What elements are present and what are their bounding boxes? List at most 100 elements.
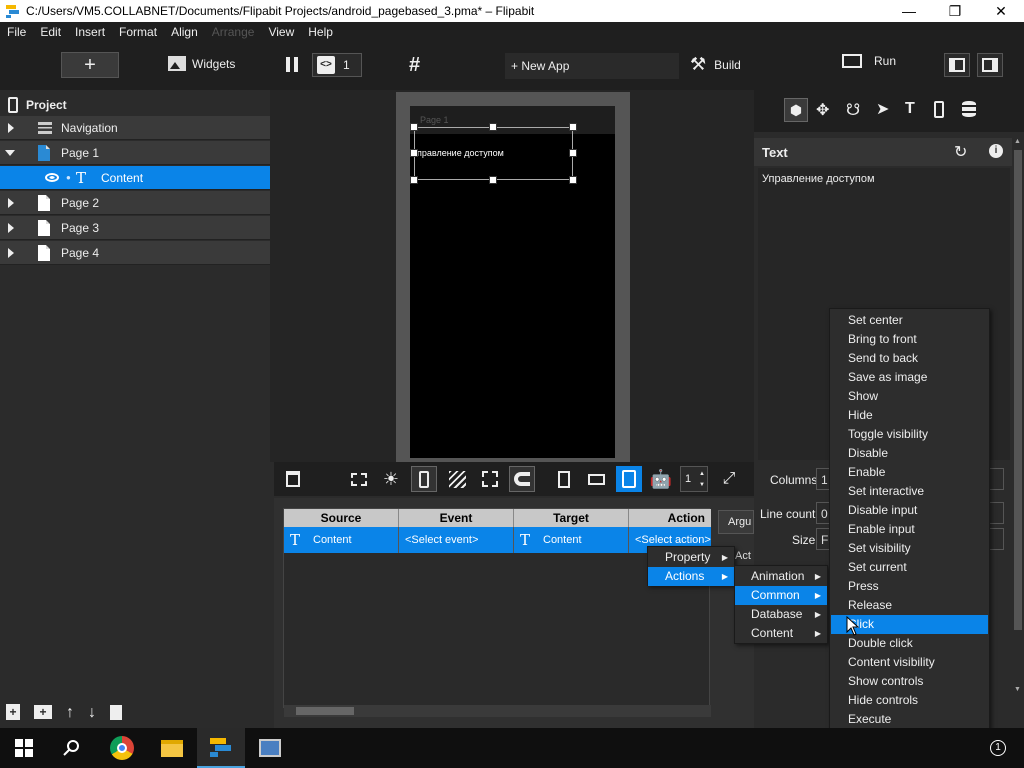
tree-item-page-2[interactable]: Page 2: [0, 191, 270, 215]
zoom-spinner[interactable]: 1 ▲ ▼: [680, 466, 708, 492]
column-source[interactable]: Source: [284, 509, 399, 527]
menu-item-hide-controls[interactable]: Hide controls: [831, 691, 988, 710]
resize-handle[interactable]: [569, 123, 577, 131]
move-up-icon[interactable]: ↑: [66, 704, 74, 726]
add-folder-icon[interactable]: +: [34, 705, 52, 719]
chrome-taskbar-button[interactable]: [98, 728, 146, 768]
maximize-button[interactable]: ❐: [932, 0, 978, 22]
pause-button[interactable]: [286, 57, 298, 72]
search-button[interactable]: [48, 728, 96, 768]
fill-bucket-icon[interactable]: ☋: [846, 100, 860, 120]
menu-item-content-visibility[interactable]: Content visibility: [831, 653, 988, 672]
menu-item-toggle-visibility[interactable]: Toggle visibility: [831, 425, 988, 444]
menu-item-show[interactable]: Show: [831, 387, 988, 406]
scrollbar-thumb[interactable]: [1014, 150, 1022, 630]
inspector-scrollbar[interactable]: ▲ ▼: [1012, 138, 1024, 698]
left-panel-toggle[interactable]: [944, 53, 970, 77]
resize-handle[interactable]: [569, 176, 577, 184]
menu-file[interactable]: File: [0, 25, 33, 39]
column-target[interactable]: Target: [514, 509, 629, 527]
landscape-icon[interactable]: [583, 466, 609, 492]
text-tool-icon[interactable]: T: [905, 100, 915, 118]
menu-item-actions[interactable]: Actions ▶: [648, 567, 734, 586]
expand-arrow-icon[interactable]: [8, 223, 14, 233]
info-icon[interactable]: i: [989, 144, 1003, 158]
reset-icon[interactable]: ↻: [954, 142, 967, 162]
menu-item-press[interactable]: Press: [831, 577, 988, 596]
tree-item-page-1[interactable]: Page 1: [0, 141, 270, 165]
menu-item-double-click[interactable]: Double click: [831, 634, 988, 653]
scroll-up-icon[interactable]: ▲: [1014, 138, 1021, 145]
resize-handle[interactable]: [489, 176, 497, 184]
column-action[interactable]: Action: [629, 509, 711, 527]
android-icon[interactable]: 🤖: [648, 466, 674, 492]
network-app-taskbar-button[interactable]: [246, 728, 294, 768]
scroll-down-icon[interactable]: ▼: [1014, 686, 1021, 693]
expand-arrow-icon[interactable]: [8, 248, 14, 258]
expand-arrow-icon[interactable]: [8, 123, 14, 133]
right-panel-toggle[interactable]: [977, 53, 1003, 77]
resize-handle[interactable]: [410, 149, 418, 157]
menu-item-set-interactive[interactable]: Set interactive: [831, 482, 988, 501]
resize-handle[interactable]: [489, 123, 497, 131]
menu-item-save-as-image[interactable]: Save as image: [831, 368, 988, 387]
resize-handle[interactable]: [410, 176, 418, 184]
menu-help[interactable]: Help: [301, 25, 340, 39]
menu-item-enable[interactable]: Enable: [831, 463, 988, 482]
menu-item-hide[interactable]: Hide: [831, 406, 988, 425]
text-widget[interactable]: правление доступом: [414, 127, 573, 180]
close-button[interactable]: ✕: [978, 0, 1024, 22]
column-event[interactable]: Event: [399, 509, 514, 527]
menu-item-property[interactable]: Property ▶: [648, 548, 734, 567]
responsive-icon[interactable]: [616, 466, 642, 492]
menu-item-execute[interactable]: Execute: [831, 710, 988, 729]
add-page-icon[interactable]: +: [6, 704, 20, 720]
trash-icon[interactable]: [110, 705, 122, 720]
arguments-tab[interactable]: Argu: [718, 510, 754, 534]
flipabit-taskbar-button[interactable]: [197, 728, 245, 768]
build-button[interactable]: ⚒ Build: [690, 54, 741, 75]
device-icon[interactable]: [934, 101, 944, 118]
scrollbar-thumb[interactable]: [296, 707, 354, 715]
phone-preview-icon[interactable]: [411, 466, 437, 492]
magnet-icon[interactable]: [509, 466, 535, 492]
explorer-taskbar-button[interactable]: [148, 728, 196, 768]
resize-handle[interactable]: [569, 149, 577, 157]
start-button[interactable]: [0, 728, 48, 768]
tree-item-navigation[interactable]: Navigation: [0, 116, 270, 140]
menu-item-send-to-back[interactable]: Send to back: [831, 349, 988, 368]
cube-icon[interactable]: ⬢: [784, 98, 808, 122]
eye-icon[interactable]: [45, 173, 59, 182]
menu-item-content[interactable]: Content ▶: [735, 624, 827, 643]
menu-format[interactable]: Format: [112, 25, 164, 39]
cell-target[interactable]: T Content: [514, 527, 629, 553]
hatch-icon[interactable]: [444, 466, 470, 492]
menu-item-set-visibility[interactable]: Set visibility: [831, 539, 988, 558]
menu-item-bring-to-front[interactable]: Bring to front: [831, 330, 988, 349]
selection-icon[interactable]: [477, 466, 503, 492]
menu-view[interactable]: View: [261, 25, 301, 39]
move-icon[interactable]: ✥: [816, 100, 829, 120]
new-app-field[interactable]: + New App: [505, 53, 679, 79]
expand-arrow-icon[interactable]: [8, 198, 14, 208]
pointer-icon[interactable]: ➤: [876, 99, 889, 119]
menu-item-release[interactable]: Release: [831, 596, 988, 615]
menu-item-set-current[interactable]: Set current: [831, 558, 988, 577]
menu-item-animation[interactable]: Animation ▶: [735, 567, 827, 586]
menu-insert[interactable]: Insert: [68, 25, 112, 39]
widgets-button[interactable]: Widgets: [168, 56, 235, 71]
brightness-icon[interactable]: ☀: [378, 466, 404, 492]
menu-align[interactable]: Align: [164, 25, 205, 39]
menu-item-set-center[interactable]: Set center: [831, 311, 988, 330]
tree-item-page-3[interactable]: Page 3: [0, 216, 270, 240]
database-icon[interactable]: [962, 101, 976, 117]
resize-handle[interactable]: [410, 123, 418, 131]
screenshot-icon[interactable]: [346, 466, 372, 492]
add-widget-button[interactable]: +: [61, 52, 119, 78]
run-button[interactable]: Run: [842, 54, 896, 68]
menu-item-show-controls[interactable]: Show controls: [831, 672, 988, 691]
horizontal-scrollbar[interactable]: [284, 705, 711, 717]
tree-item-page-4[interactable]: Page 4: [0, 241, 270, 265]
menu-item-enable-input[interactable]: Enable input: [831, 520, 988, 539]
move-down-icon[interactable]: ↓: [88, 704, 96, 726]
